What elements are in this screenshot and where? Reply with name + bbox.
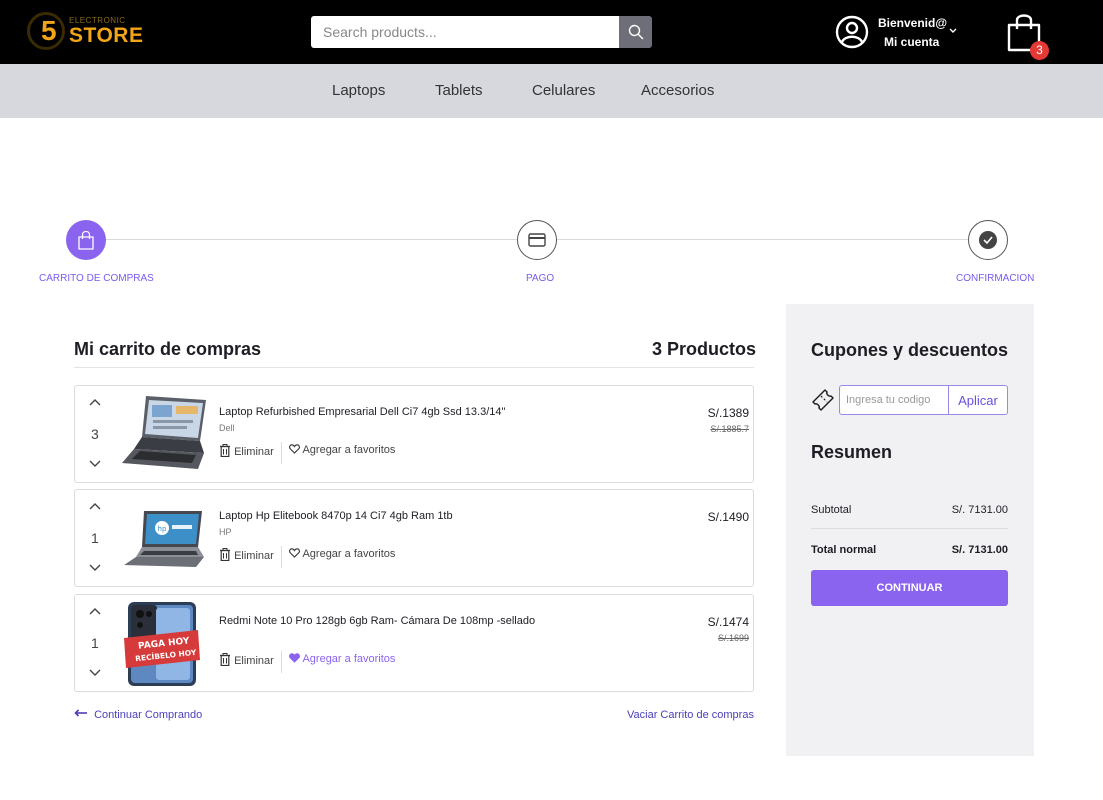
- product-image[interactable]: [118, 391, 208, 477]
- nav-item-accesorios[interactable]: Accesorios: [641, 82, 714, 99]
- product-old-price: S/.1699: [717, 633, 749, 643]
- remove-item-button[interactable]: Eliminar: [219, 444, 274, 458]
- divider: [811, 528, 1008, 529]
- favorite-label: Agregar a favoritos: [302, 653, 396, 665]
- arrow-left-icon: [74, 709, 87, 717]
- product-name[interactable]: Redmi Note 10 Pro 128gb 6gb Ram- Cámara …: [219, 615, 535, 627]
- empty-cart-link[interactable]: Vaciar Carrito de compras: [627, 709, 754, 721]
- chevron-up-icon[interactable]: [88, 398, 102, 408]
- summary-panel: Cupones y descuentos Aplicar Resumen Sub…: [786, 304, 1034, 756]
- divider: [281, 546, 282, 568]
- account-menu[interactable]: Bienvenid@ Mi cuenta: [835, 14, 965, 52]
- logo-brand: STORE: [69, 24, 144, 47]
- search-input[interactable]: [311, 16, 619, 48]
- summary-title: Resumen: [811, 442, 893, 462]
- favorite-label: Agregar a favoritos: [302, 444, 396, 456]
- quantity-value: 1: [91, 635, 99, 651]
- coupon-code-input[interactable]: [839, 385, 949, 415]
- user-icon: [835, 15, 869, 49]
- cart-product-count: 3 Productos: [652, 339, 757, 359]
- product-image[interactable]: hp: [118, 495, 208, 581]
- continue-shopping-label: Continuar Comprando: [94, 709, 203, 721]
- remove-item-button[interactable]: Eliminar: [219, 548, 274, 562]
- product-image[interactable]: PAGA HOY RECÍBELO HOY: [118, 600, 208, 686]
- product-price: S/.1389: [707, 406, 749, 420]
- search-bar: [311, 16, 652, 48]
- total-value: S/. 7131.00: [951, 544, 1008, 556]
- chevron-up-icon[interactable]: [88, 607, 102, 617]
- apply-coupon-button[interactable]: Aplicar: [948, 385, 1008, 415]
- product-brand: Dell: [219, 423, 235, 433]
- step-label-payment: PAGO: [526, 273, 555, 284]
- heart-icon: [289, 548, 300, 558]
- coupon-ticket-icon: [812, 389, 834, 411]
- coupons-title: Cupones y descuentos: [811, 340, 1009, 360]
- product-name[interactable]: Laptop Hp Elitebook 8470p 14 Ci7 4gb Ram…: [219, 510, 453, 522]
- cart-item: 3 Laptop Refurbished Empresarial Dell Ci…: [74, 385, 754, 483]
- continue-button[interactable]: CONTINUAR: [811, 570, 1008, 606]
- favorite-label: Agregar a favoritos: [302, 548, 396, 560]
- remove-item-button[interactable]: Eliminar: [219, 653, 274, 667]
- trash-icon: [220, 444, 230, 458]
- category-nav: Laptops Tablets Celulares Accesorios: [0, 64, 1103, 118]
- remove-label: Eliminar: [234, 446, 274, 458]
- chevron-down-icon[interactable]: [88, 458, 102, 468]
- logo-numeral: 5: [41, 15, 57, 46]
- heart-filled-icon: [289, 653, 300, 663]
- nav-item-tablets[interactable]: Tablets: [435, 82, 483, 99]
- remove-label: Eliminar: [234, 655, 274, 667]
- divider: [281, 442, 282, 464]
- step-confirmation[interactable]: [968, 220, 1008, 260]
- divider: [74, 367, 754, 368]
- product-brand: HP: [219, 527, 232, 537]
- chevron-down-icon[interactable]: [88, 562, 102, 572]
- account-greeting: Bienvenid@: [878, 16, 948, 30]
- heart-icon: [289, 444, 300, 454]
- step-label-confirmation: CONFIRMACION: [956, 273, 1035, 284]
- continue-shopping-link[interactable]: Continuar Comprando: [74, 709, 202, 721]
- trash-icon: [220, 548, 230, 562]
- cart-button[interactable]: 3: [1005, 12, 1049, 60]
- total-label: Total normal: [811, 544, 877, 556]
- top-header: 5 ELECTRONIC STORE Bienvenid@ Mi cuenta: [0, 0, 1103, 64]
- store-logo[interactable]: 5 ELECTRONIC STORE: [27, 10, 145, 54]
- cart-count-badge: 3: [1030, 41, 1049, 60]
- nav-item-celulares[interactable]: Celulares: [532, 82, 595, 99]
- cart-item: 1 hp Laptop Hp Elitebook 8470p 14 Ci7 4g…: [74, 489, 754, 587]
- credit-card-icon: [528, 233, 546, 247]
- add-favorite-button[interactable]: Agregar a favoritos: [289, 653, 395, 665]
- divider: [281, 651, 282, 673]
- step-label-cart: CARRITO DE COMPRAS: [39, 273, 154, 284]
- remove-label: Eliminar: [234, 550, 274, 562]
- subtotal-value: S/. 7131.00: [951, 504, 1008, 516]
- search-icon: [628, 24, 644, 40]
- product-price: S/.1474: [707, 615, 749, 629]
- account-label: Mi cuenta: [884, 35, 940, 49]
- quantity-value: 1: [91, 530, 99, 546]
- bag-icon: [78, 230, 94, 250]
- cart-item: 1 PAGA HOY RECÍBELO HOY Redmi Note 10 Pr…: [74, 594, 754, 692]
- cart-title: Mi carrito de compras: [74, 339, 262, 359]
- trash-icon: [220, 653, 230, 667]
- subtotal-label: Subtotal: [811, 504, 852, 516]
- chevron-down-icon: [949, 28, 957, 33]
- product-price: S/.1490: [707, 510, 749, 524]
- search-button[interactable]: [619, 16, 652, 48]
- check-circle-icon: [979, 231, 997, 249]
- svg-text:hp: hp: [158, 525, 167, 533]
- chevron-down-icon[interactable]: [88, 667, 102, 677]
- nav-item-laptops[interactable]: Laptops: [332, 82, 385, 99]
- product-old-price: S/.1885.7: [710, 424, 749, 434]
- add-favorite-button[interactable]: Agregar a favoritos: [289, 444, 395, 456]
- add-favorite-button[interactable]: Agregar a favoritos: [289, 548, 395, 560]
- product-name[interactable]: Laptop Refurbished Empresarial Dell Ci7 …: [219, 406, 505, 418]
- step-payment[interactable]: [517, 220, 557, 260]
- chevron-up-icon[interactable]: [88, 502, 102, 512]
- step-cart[interactable]: [66, 220, 106, 260]
- quantity-value: 3: [91, 426, 99, 442]
